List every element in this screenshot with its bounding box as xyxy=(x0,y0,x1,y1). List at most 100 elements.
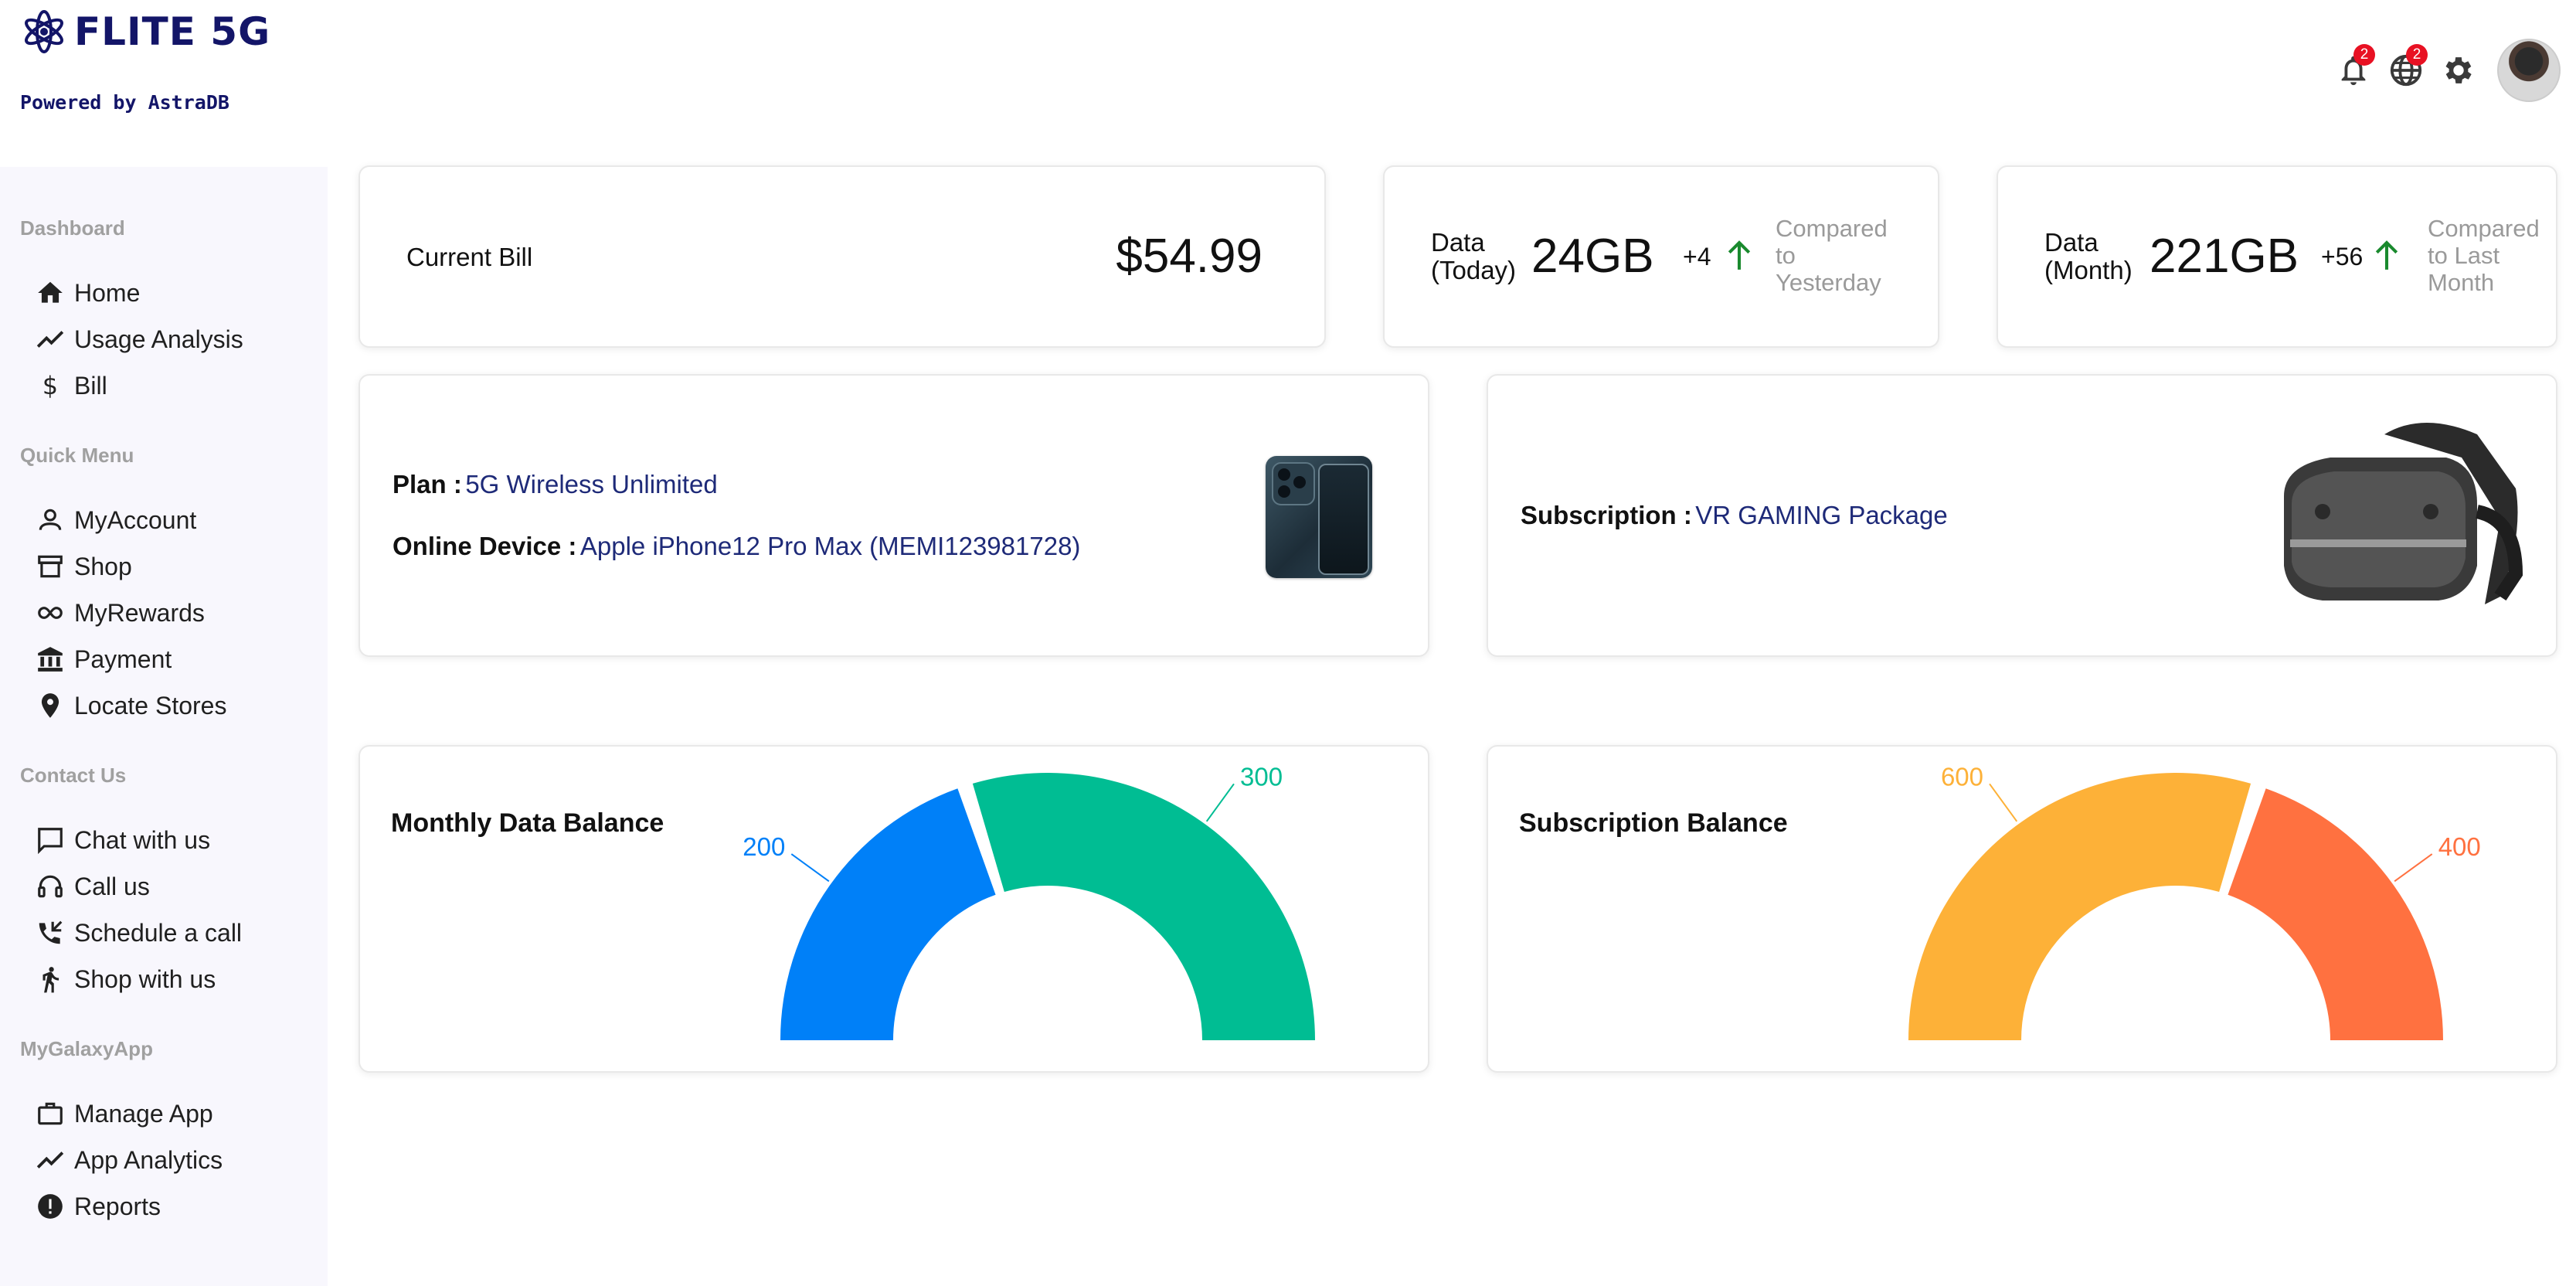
sidebar-item-label: Bill xyxy=(74,371,107,400)
sidebar-item-reports[interactable]: Reports xyxy=(36,1192,161,1221)
report-icon xyxy=(38,1194,63,1219)
brand-logo[interactable]: FLITE 5G xyxy=(20,8,270,56)
settings-button[interactable] xyxy=(2435,39,2482,101)
sidebar-item-label: Locate Stores xyxy=(74,691,227,720)
data-month-compare-line2: to Last xyxy=(2428,242,2500,269)
data-month-delta: +56 xyxy=(2321,243,2364,270)
data-month-compare-line3: Month xyxy=(2428,269,2495,296)
headset-icon xyxy=(38,875,63,898)
gear-icon xyxy=(2445,57,2472,83)
sidebar-item-label: Shop xyxy=(74,552,132,580)
pin-icon xyxy=(41,693,59,718)
sidebar-item-locate-stores[interactable]: Locate Stores xyxy=(36,691,226,720)
notifications-badge: 2 xyxy=(2353,44,2375,66)
language-badge: 2 xyxy=(2406,44,2428,66)
current-bill-label: Current Bill xyxy=(406,243,533,271)
phone-callback-icon xyxy=(39,920,63,944)
sidebar-item-label: Reports xyxy=(74,1192,161,1220)
data-month-label-line1: Data xyxy=(2044,228,2099,257)
sidebar-item-myaccount[interactable]: MyAccount xyxy=(36,505,196,535)
data-today-card: Data (Today) 24GB +4 Compared to Yesterd… xyxy=(1383,165,1939,348)
user-avatar[interactable] xyxy=(2497,39,2561,102)
sidebar-item-schedule-a-call[interactable]: Schedule a call xyxy=(36,918,242,947)
data-today-delta: +4 xyxy=(1683,243,1711,270)
home-icon xyxy=(38,281,63,303)
slice-leader-line-0 xyxy=(1989,783,2018,822)
chat-icon xyxy=(38,828,63,855)
sidebar: Dashboard Home Usage Analysis $ Bill Qui… xyxy=(0,167,328,1286)
subscription-balance-card: Subscription Balance 600 400 xyxy=(1487,745,2557,1073)
notifications-button[interactable]: 2 xyxy=(2330,39,2377,101)
data-today-label-line1: Data xyxy=(1431,228,1485,257)
sidebar-section-contact-us: Contact Us xyxy=(20,764,127,787)
sidebar-item-app-analytics[interactable]: App Analytics xyxy=(36,1145,223,1175)
sidebar-item-label: Manage App xyxy=(74,1099,213,1128)
data-today-compare-line2: to xyxy=(1776,242,1796,269)
plan-key: Plan : xyxy=(393,470,462,498)
sidebar-item-label: Payment xyxy=(74,645,172,673)
sidebar-item-label: Shop with us xyxy=(74,964,216,993)
current-bill-card: Current Bill $54.99 xyxy=(359,165,1326,348)
data-today-label-line2: (Today) xyxy=(1431,256,1517,284)
powered-by: Powered by AstraDB xyxy=(20,91,229,114)
data-month-compare-line1: Compared xyxy=(2428,215,2540,242)
sidebar-item-bill[interactable]: $ Bill xyxy=(36,371,107,401)
infinity-icon xyxy=(38,607,63,619)
user-icon xyxy=(39,509,62,530)
data-today-compare: Compared to Yesterday xyxy=(1776,215,1888,296)
store-icon xyxy=(38,555,63,578)
subscription-key: Subscription : xyxy=(1521,501,1692,529)
sidebar-item-label: Home xyxy=(74,278,141,307)
sidebar-item-label: Call us xyxy=(74,872,150,900)
data-today-compare-line3: Yesterday xyxy=(1776,269,1881,296)
monthly-data-balance-card: Monthly Data Balance 200 300 xyxy=(359,745,1429,1073)
data-month-card: Data (Month) 221GB +56 Compared to Last … xyxy=(1997,165,2557,348)
sidebar-item-label: Schedule a call xyxy=(74,918,243,947)
data-month-value: 221GB xyxy=(2149,230,2299,283)
sidebar-item-chat-with-us[interactable]: Chat with us xyxy=(36,825,210,855)
sidebar-item-shop-with-us[interactable]: Shop with us xyxy=(36,964,216,994)
walk-icon xyxy=(42,967,59,993)
plan-value: 5G Wireless Unlimited xyxy=(465,470,718,498)
data-month-compare: Compared to Last Month xyxy=(2428,215,2540,296)
slice-value-label-0: 200 xyxy=(743,832,785,861)
subscription-card: Subscription : VR GAMING Package xyxy=(1487,374,2557,657)
sidebar-item-usage-analysis[interactable]: Usage Analysis xyxy=(36,325,243,354)
sidebar-section-quick-menu: Quick Menu xyxy=(20,444,134,467)
arrow-up-icon xyxy=(1725,238,1754,276)
donut-slice-1[interactable] xyxy=(972,773,1315,1040)
monthly-data-balance-chart: 200 300 xyxy=(743,762,1315,1040)
svg-text:$: $ xyxy=(42,373,58,400)
sidebar-item-label: Chat with us xyxy=(74,825,211,854)
sidebar-item-label: Usage Analysis xyxy=(74,325,243,353)
sidebar-section-dashboard: Dashboard xyxy=(20,216,125,240)
sidebar-item-call-us[interactable]: Call us xyxy=(36,872,150,901)
device-value: Apple iPhone12 Pro Max (MEMI123981728) xyxy=(579,532,1081,560)
sidebar-section-mygalaxyapp: MyGalaxyApp xyxy=(20,1037,153,1060)
data-month-label: Data (Month) xyxy=(2044,229,2133,284)
atom-logo-icon xyxy=(25,10,63,53)
sidebar-item-home[interactable]: Home xyxy=(36,278,140,308)
subscription-row: Subscription : VR GAMING Package xyxy=(1521,501,1948,530)
briefcase-icon xyxy=(38,1102,63,1125)
sidebar-item-payment[interactable]: Payment xyxy=(36,645,172,674)
device-row: Online Device : Apple iPhone12 Pro Max (… xyxy=(393,532,1080,561)
sidebar-item-shop[interactable]: Shop xyxy=(36,552,132,581)
subscription-balance-chart: 600 400 xyxy=(1908,762,2481,1040)
top-toolbar: 2 2 xyxy=(2324,39,2561,102)
donut-slice-0[interactable] xyxy=(1908,773,2251,1040)
vr-headset-image xyxy=(2284,423,2523,604)
sidebar-item-label: App Analytics xyxy=(74,1145,223,1174)
sidebar-item-myrewards[interactable]: MyRewards xyxy=(36,598,205,628)
donut-slice-1[interactable] xyxy=(2228,788,2443,1040)
data-today-value: 24GB xyxy=(1531,230,1654,283)
language-button[interactable]: 2 xyxy=(2383,39,2429,101)
slice-value-label-0: 600 xyxy=(1941,762,1983,791)
donut-slice-0[interactable] xyxy=(780,788,996,1040)
sidebar-item-manage-app[interactable]: Manage App xyxy=(36,1099,213,1128)
slice-leader-line-1 xyxy=(2394,853,2433,883)
slice-value-label-1: 400 xyxy=(2438,832,2481,861)
bank-icon xyxy=(38,647,63,672)
iphone-image xyxy=(1266,456,1372,578)
data-today-label: Data (Today) xyxy=(1431,229,1516,284)
